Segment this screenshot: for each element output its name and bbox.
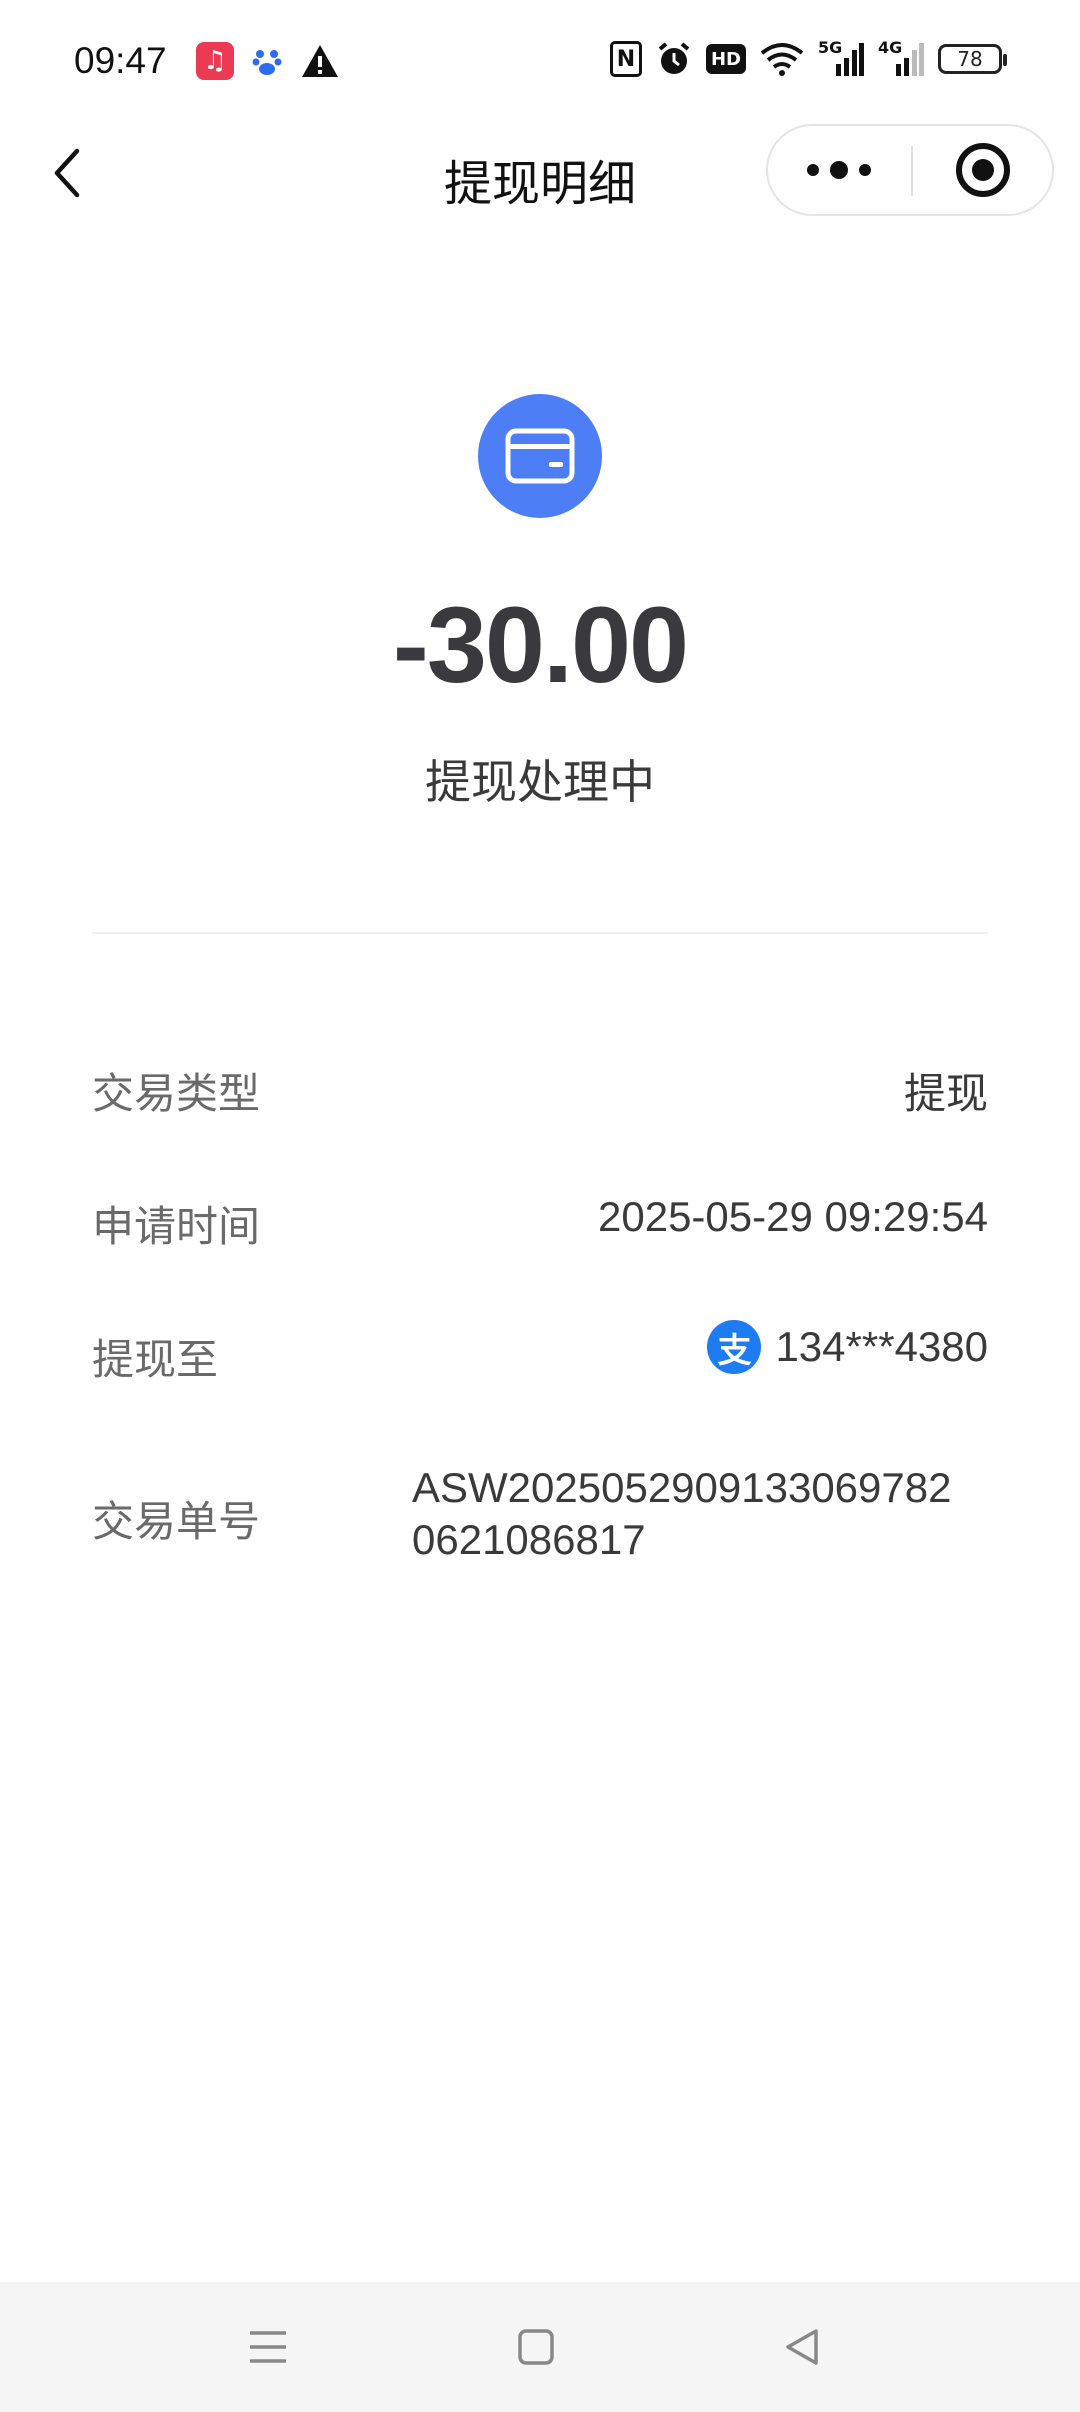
music-icon: ♫	[196, 42, 234, 80]
battery-icon: 78	[938, 44, 1007, 74]
more-dots-icon	[807, 161, 871, 179]
system-nav-bar	[0, 2282, 1080, 2412]
time-label: 申请时间	[92, 1202, 261, 1251]
time-value: 2025-05-29 09:29:54	[598, 1193, 988, 1240]
detail-row-time: 申请时间 2025-05-29 09:29:54	[92, 1193, 988, 1253]
net-5g-label: 5G	[818, 38, 843, 57]
battery-level: 78	[957, 47, 983, 71]
baidu-icon	[248, 42, 286, 80]
divider	[92, 932, 988, 934]
withdraw-amount: -30.00	[392, 584, 689, 705]
detail-row-type: 交易类型 提现	[92, 1060, 988, 1120]
back-triangle-icon	[786, 2329, 818, 2365]
type-label: 交易类型	[92, 1069, 261, 1118]
status-bar: 09:47 ♫ N HD 5G 4G 78	[0, 0, 1080, 120]
signal-4g-icon: 4G	[878, 40, 924, 78]
home-button[interactable]	[496, 2312, 576, 2382]
alipay-icon: 支	[707, 1320, 762, 1374]
withdraw-status: 提现处理中	[425, 755, 655, 809]
to-label: 提现至	[92, 1335, 219, 1384]
card-icon	[478, 394, 602, 518]
menu-button[interactable]	[228, 2312, 308, 2382]
order-value: ASW20250529091330697820621086817	[412, 1464, 952, 1563]
more-button[interactable]	[768, 126, 910, 214]
target-circle-icon	[956, 143, 1010, 197]
mini-program-capsule	[766, 124, 1054, 216]
menu-icon	[250, 2331, 286, 2363]
close-button[interactable]	[913, 126, 1053, 214]
warning-icon	[300, 42, 340, 80]
to-value-group: 支 134***4380	[707, 1320, 988, 1374]
detail-row-to: 提现至 支 134***4380	[92, 1320, 988, 1386]
back-nav-button[interactable]	[762, 2312, 842, 2382]
detail-row-order: 交易单号 ASW20250529091330697820621086817	[92, 1462, 988, 1572]
signal-5g-icon: 5G	[818, 40, 864, 78]
home-square-icon	[518, 2329, 554, 2365]
status-time: 09:47	[74, 40, 167, 81]
wifi-icon	[760, 40, 804, 78]
order-label: 交易单号	[92, 1497, 261, 1546]
nfc-icon: N	[610, 41, 642, 77]
nav-bar: 提现明细	[0, 120, 1080, 226]
hd-icon: HD	[706, 44, 746, 74]
net-4g-label: 4G	[878, 38, 903, 57]
to-value: 134***4380	[775, 1323, 988, 1370]
alarm-icon	[656, 40, 692, 78]
type-value: 提现	[903, 1069, 988, 1118]
